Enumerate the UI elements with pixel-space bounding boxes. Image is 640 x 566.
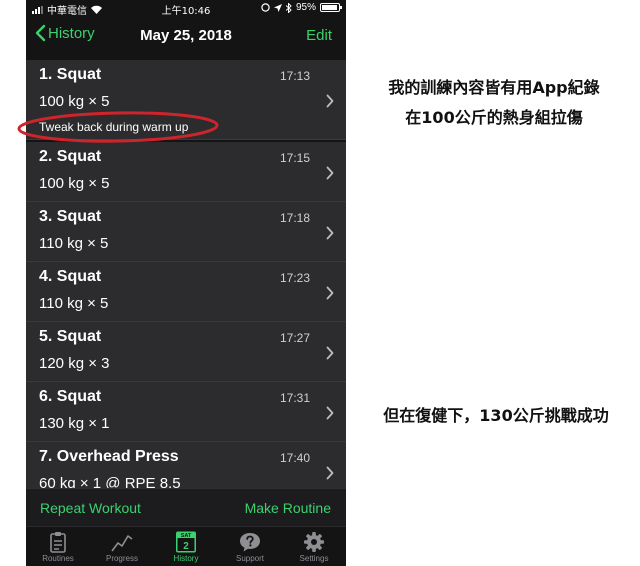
exercise-name: 5. Squat — [39, 328, 102, 345]
tab-progress[interactable]: Progress — [90, 531, 154, 566]
battery-icon — [320, 3, 342, 12]
chevron-right-icon — [326, 226, 334, 240]
exercise-detail: 130 kg × 1 — [39, 415, 110, 432]
exercise-time: 17:27 — [279, 331, 310, 345]
exercise-detail: 110 kg × 5 — [39, 295, 109, 312]
chevron-right-icon — [326, 166, 334, 180]
navigation-bar: History May 25, 2018 Edit — [26, 18, 346, 54]
chevron-right-icon — [326, 406, 334, 420]
exercise-name: 1. Squat — [39, 66, 102, 83]
chevron-right-icon — [326, 286, 334, 300]
exercise-time: 17:40 — [279, 451, 310, 465]
chevron-right-icon — [326, 94, 334, 108]
annotation-circle — [17, 111, 219, 143]
annotation-text: 我的訓練內容皆有用App紀錄 — [388, 78, 600, 97]
exercise-detail: 120 kg × 3 — [39, 355, 110, 372]
exercise-detail: 110 kg × 5 — [39, 235, 109, 252]
exercise-time: 17:13 — [279, 69, 310, 83]
calendar-icon: SAT 2 — [176, 531, 196, 553]
battery-percent: 95% — [295, 2, 316, 13]
tab-settings[interactable]: Settings — [282, 531, 346, 566]
annotation-text: 在100公斤的熱身組拉傷 — [405, 108, 583, 127]
exercise-name: 7. Overhead Press — [39, 448, 179, 465]
annotation-text: 但在復健下，130公斤挑戰成功 — [383, 406, 609, 425]
exercise-time: 17:31 — [279, 391, 310, 405]
exercise-name: 4. Squat — [39, 268, 102, 285]
exercise-name: 2. Squat — [39, 148, 102, 165]
tab-label: Routines — [42, 554, 74, 563]
calendar-day: SAT — [181, 533, 192, 539]
exercise-name: 6. Squat — [39, 388, 102, 405]
gear-icon — [304, 532, 324, 552]
exercise-name: 3. Squat — [39, 208, 102, 225]
status-right: 95% — [261, 2, 342, 13]
exercise-detail: 60 kg × 1 @ RPE 8.5 — [39, 475, 181, 488]
exercise-row[interactable]: 3. Squat 17:18 110 kg × 5 — [26, 202, 346, 262]
tab-label: Support — [235, 554, 265, 563]
tab-routines[interactable]: Routines — [26, 531, 90, 566]
exercise-row[interactable]: 4. Squat 17:23 110 kg × 5 — [26, 262, 346, 322]
edit-button[interactable]: Edit — [306, 27, 332, 44]
location-icon — [273, 3, 282, 12]
exercise-time: 17:18 — [279, 211, 310, 225]
clipboard-icon — [50, 532, 66, 553]
workout-actions-bar: Repeat Workout Make Routine — [26, 488, 346, 526]
exercise-detail: 100 kg × 5 — [39, 175, 110, 192]
exercise-time: 17:23 — [279, 271, 310, 285]
exercise-detail: 100 kg × 5 — [39, 93, 110, 110]
tab-label: Settings — [299, 554, 329, 563]
tab-label: Progress — [105, 554, 138, 563]
exercise-row[interactable]: 2. Squat 17:15 100 kg × 5 — [26, 142, 346, 202]
tab-support[interactable]: Support — [218, 531, 282, 566]
tab-bar: Routines Progress SAT 2 History Support — [26, 526, 346, 566]
question-bubble-icon — [240, 533, 260, 552]
line-graph-icon — [111, 535, 133, 552]
exercise-row[interactable]: 7. Overhead Press 17:40 60 kg × 1 @ RPE … — [26, 442, 346, 488]
make-routine-button[interactable]: Make Routine — [245, 500, 331, 516]
exercise-time: 17:15 — [279, 151, 310, 165]
status-bar: 中華電信 上午10:46 95% — [26, 0, 346, 17]
tab-label: History — [173, 554, 199, 563]
chevron-right-icon — [326, 466, 334, 480]
alarm-icon — [261, 3, 270, 12]
page-title: May 25, 2018 — [140, 27, 232, 44]
calendar-date: 2 — [183, 541, 189, 552]
repeat-workout-button[interactable]: Repeat Workout — [40, 500, 141, 516]
chevron-right-icon — [326, 346, 334, 360]
bluetooth-icon — [285, 2, 292, 13]
exercise-row[interactable]: 5. Squat 17:27 120 kg × 3 — [26, 322, 346, 382]
phone-screen: 中華電信 上午10:46 95% History May 25, 2018 Ed… — [26, 0, 346, 566]
tab-history[interactable]: SAT 2 History — [154, 531, 218, 566]
exercise-row[interactable]: 6. Squat 17:31 130 kg × 1 — [26, 382, 346, 442]
